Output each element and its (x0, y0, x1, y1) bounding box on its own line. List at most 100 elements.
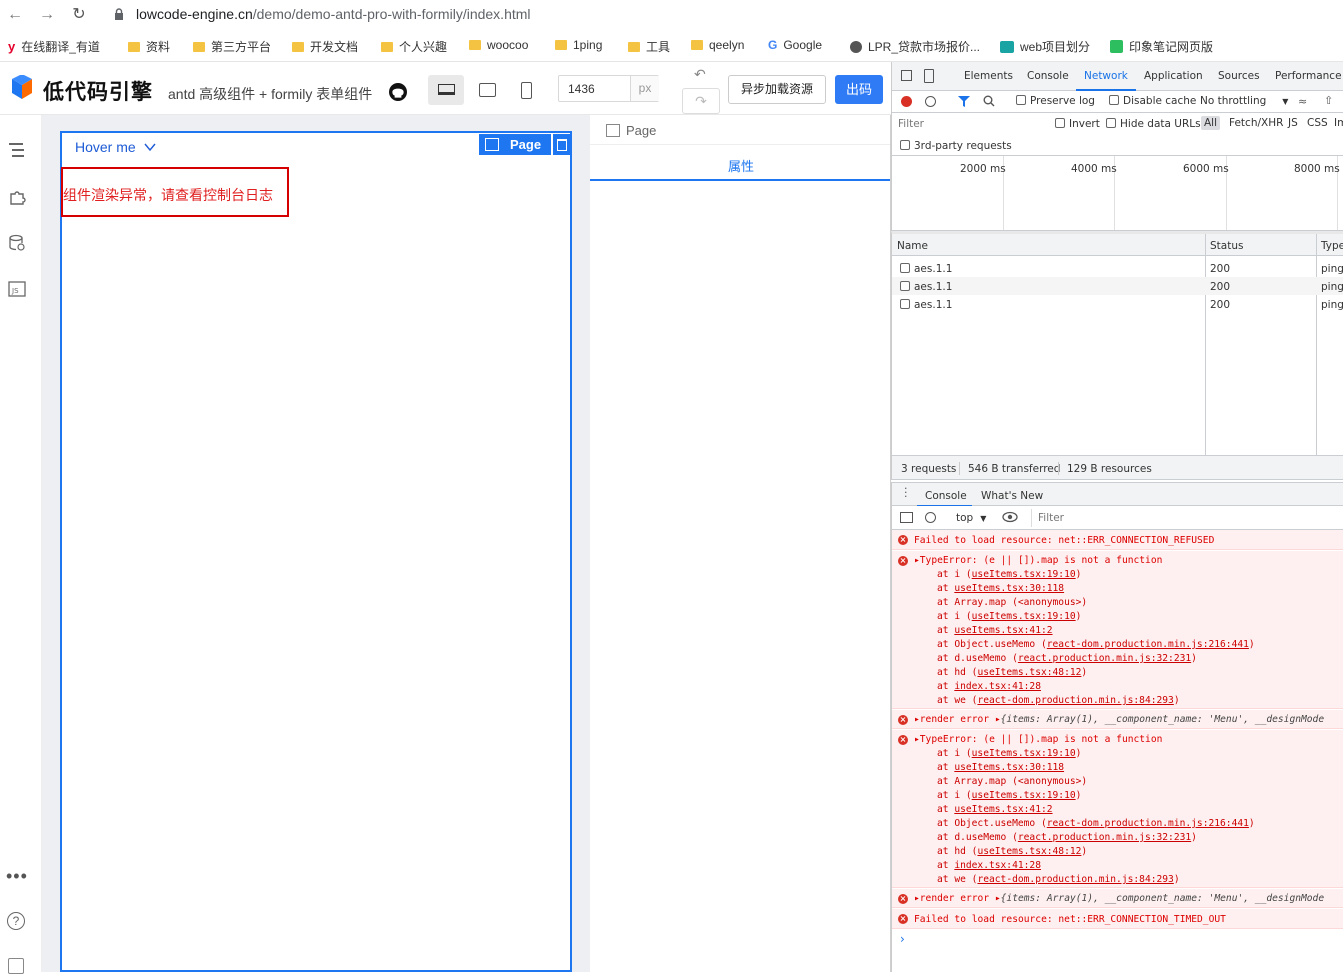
console-error[interactable]: × ▸TypeError: (e || []).map is not a fun… (892, 551, 1343, 709)
github-icon[interactable] (389, 83, 407, 104)
desktop-device-button[interactable] (428, 75, 464, 105)
table-row[interactable]: aes.1.1 200 ping (892, 259, 1343, 277)
bookmark-youdao[interactable]: y 在线翻译_有道 (8, 38, 100, 55)
bookmark-lpr[interactable]: LPR_贷款市场报价... (850, 38, 980, 55)
source-link[interactable]: useItems.tsx:30:118 (954, 583, 1064, 594)
bookmark-folder[interactable]: 工具 (628, 38, 670, 55)
undo-icon[interactable]: ↶ (694, 66, 706, 83)
bookmark-folder[interactable]: woocoo (469, 38, 528, 52)
column-status[interactable]: Status (1210, 240, 1243, 252)
source-link[interactable]: useItems.tsx:41:2 (954, 625, 1052, 636)
phone-device-button[interactable] (512, 75, 542, 105)
context-select[interactable]: top ▼ (956, 512, 986, 524)
type-filter-all[interactable]: All (1201, 116, 1221, 130)
source-link[interactable]: react-dom.production.min.js:216:441 (1047, 639, 1249, 650)
page-canvas[interactable]: Hover me Page 组件渲染异常，请查看控制台日志 (60, 131, 572, 972)
type-filter-img[interactable]: Im (1334, 117, 1343, 129)
table-row[interactable]: aes.1.1 200 ping (892, 277, 1343, 295)
source-link[interactable]: useItems.tsx:30:118 (954, 762, 1064, 773)
source-link[interactable]: useItems.tsx:41:2 (954, 804, 1052, 815)
network-conditions-icon[interactable]: ≈ (1298, 95, 1307, 108)
bookmark-evernote[interactable]: 印象笔记网页版 (1110, 38, 1213, 55)
bookmark-web-project[interactable]: web项目划分 (1000, 38, 1090, 55)
tab-performance[interactable]: Performance (1275, 70, 1342, 82)
lock-icon[interactable] (114, 8, 124, 24)
invert-checkbox[interactable]: Invert (1055, 118, 1100, 130)
clear-console-icon[interactable] (925, 512, 936, 523)
tab-sources[interactable]: Sources (1218, 70, 1260, 82)
network-filter-input[interactable]: Filter (896, 116, 1042, 132)
network-overview[interactable]: 2000 ms 4000 ms 6000 ms 8000 ms (891, 156, 1343, 231)
source-link[interactable]: useItems.tsx:19:10 (972, 748, 1076, 759)
filter-funnel-icon[interactable] (958, 96, 970, 110)
back-arrow-icon[interactable]: ← (5, 5, 25, 25)
redo-button[interactable]: ↷ (682, 88, 720, 114)
table-row[interactable]: aes.1.1 200 ping (892, 295, 1343, 313)
drawer-menu-icon[interactable]: · · · (904, 483, 908, 502)
preserve-log-checkbox[interactable]: Preserve log (1016, 95, 1095, 107)
source-link[interactable]: useItems.tsx:48:12 (977, 846, 1081, 857)
page-selection-badge[interactable]: Page (479, 134, 551, 155)
disable-cache-checkbox[interactable]: Disable cache (1109, 95, 1196, 107)
source-link[interactable]: react-dom.production.min.js:84:293 (977, 874, 1173, 885)
tab-properties[interactable]: 属性 (728, 156, 754, 175)
record-icon[interactable] (901, 96, 912, 107)
bookmark-google[interactable]: G Google (768, 38, 822, 52)
inspect-element-icon[interactable] (901, 70, 912, 81)
hide-data-urls-checkbox[interactable]: Hide data URLs (1106, 118, 1201, 130)
bookmark-folder[interactable]: qeelyn (691, 38, 744, 52)
bookmark-folder[interactable]: 个人兴趣 (381, 38, 447, 55)
drawer-tab-console[interactable]: Console (925, 490, 967, 502)
source-link[interactable]: react.production.min.js:32:231 (1018, 653, 1191, 664)
sidebar-toggle-icon[interactable] (900, 512, 913, 523)
console-error[interactable]: × ▸TypeError: (e || []).map is not a fun… (892, 730, 1343, 888)
async-load-button[interactable]: 异步加载资源 (728, 75, 826, 104)
type-filter-js[interactable]: JS (1288, 117, 1298, 129)
delete-button[interactable] (553, 134, 571, 155)
import-har-icon[interactable]: ⇧ (1324, 94, 1333, 107)
js-code-icon[interactable]: JS (8, 280, 26, 301)
bookmark-folder[interactable]: 1ping (555, 38, 602, 52)
hover-menu[interactable]: Hover me (75, 139, 156, 155)
device-toggle-icon[interactable] (924, 69, 934, 83)
console-error[interactable]: × ▸render error ▸{items: Array(1), __com… (892, 710, 1343, 729)
source-link[interactable]: index.tsx:41:28 (954, 681, 1041, 692)
source-link[interactable]: index.tsx:41:28 (954, 860, 1041, 871)
tablet-device-button[interactable] (472, 75, 502, 105)
datasource-icon[interactable] (8, 234, 26, 255)
reload-icon[interactable]: ↻ (69, 5, 89, 25)
settings-breadcrumb[interactable]: Page (606, 123, 656, 138)
export-code-button[interactable]: 出码 (835, 75, 883, 104)
tab-console[interactable]: Console (1027, 70, 1069, 82)
bookmark-folder[interactable]: 开发文档 (292, 38, 358, 55)
column-type[interactable]: Type (1321, 240, 1343, 252)
tab-application[interactable]: Application (1144, 70, 1203, 82)
bookmark-folder[interactable]: 资料 (128, 38, 170, 55)
more-dots-icon[interactable]: ••• (6, 866, 28, 887)
console-prompt[interactable]: › (900, 932, 905, 946)
canvas-width-input[interactable]: 1436 px (558, 75, 659, 102)
search-icon[interactable] (983, 95, 995, 110)
source-link[interactable]: react.production.min.js:32:231 (1018, 832, 1191, 843)
drawer-tab-whats-new[interactable]: What's New (981, 490, 1043, 502)
console-error[interactable]: × ▸render error ▸{items: Array(1), __com… (892, 889, 1343, 908)
tab-elements[interactable]: Elements (964, 70, 1013, 82)
help-icon[interactable]: ? (7, 912, 25, 930)
throttling-select[interactable]: No throttling ▼ (1200, 95, 1288, 107)
type-filter-css[interactable]: CSS (1307, 117, 1328, 129)
column-name[interactable]: Name (897, 240, 928, 252)
source-link[interactable]: react-dom.production.min.js:84:293 (977, 695, 1173, 706)
source-link[interactable]: useItems.tsx:19:10 (972, 790, 1076, 801)
source-link[interactable]: useItems.tsx:19:10 (972, 569, 1076, 580)
component-library-icon[interactable] (8, 188, 26, 209)
bookmark-folder[interactable]: 第三方平台 (193, 38, 271, 55)
type-filter-fetch[interactable]: Fetch/XHR (1229, 117, 1283, 129)
source-link[interactable]: useItems.tsx:19:10 (972, 611, 1076, 622)
tab-network[interactable]: Network (1084, 70, 1128, 82)
url-text[interactable]: lowcode-engine.cn/demo/demo-antd-pro-wit… (136, 6, 531, 22)
eye-icon[interactable] (1002, 511, 1018, 526)
clear-icon[interactable] (925, 96, 936, 107)
source-link[interactable]: useItems.tsx:48:12 (977, 667, 1081, 678)
forward-arrow-icon[interactable]: → (37, 5, 57, 25)
console-filter-input[interactable]: Filter (1031, 509, 1343, 527)
